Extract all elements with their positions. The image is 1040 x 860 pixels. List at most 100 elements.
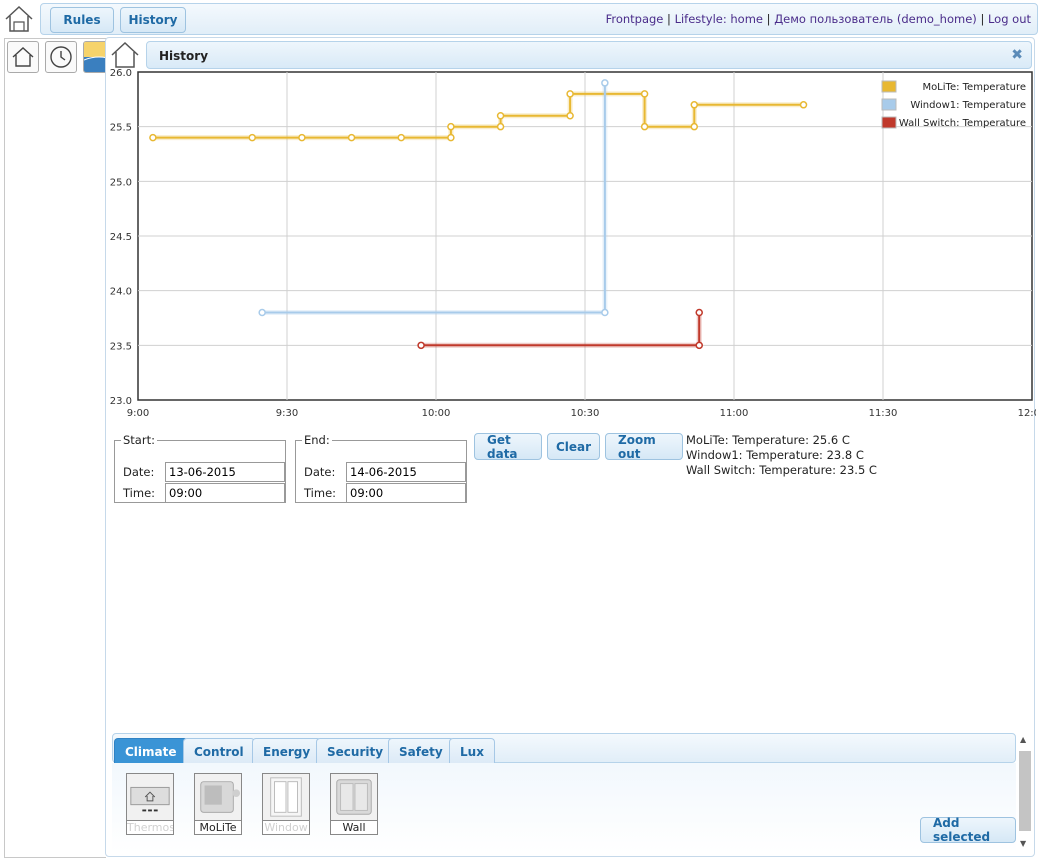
close-icon[interactable]: ✖ [1011, 47, 1023, 63]
data-point [298, 133, 306, 142]
thermostat-icon [126, 773, 174, 821]
device-thermostat[interactable]: Thermost [126, 773, 174, 835]
x-tick-label: 12:00 [1018, 408, 1036, 419]
home-logo-icon[interactable] [4, 4, 34, 34]
x-tick-label: 9:00 [127, 408, 149, 419]
data-point [695, 341, 703, 350]
legend-label: MoLiTe: Temperature [922, 82, 1026, 93]
history-tool-button[interactable] [45, 41, 77, 73]
data-point [149, 133, 157, 142]
lifestyle-link[interactable]: Lifestyle: home [675, 12, 763, 26]
end-time-row: Time: [304, 483, 466, 503]
current-values-readout: MoLiTe: Temperature: 25.6 C Window1: Tem… [686, 433, 877, 478]
tab-energy[interactable]: Energy [252, 738, 322, 765]
legend-label: Window1: Temperature [910, 100, 1026, 111]
clear-button[interactable]: Clear [547, 433, 600, 460]
data-point [640, 122, 649, 131]
data-point [695, 308, 703, 317]
user-links: Frontpage | Lifestyle: home | Демо польз… [606, 12, 1031, 26]
device-label: MoLiTe [194, 820, 242, 835]
get-data-button[interactable]: Get data [474, 433, 542, 461]
window-icon [262, 773, 310, 821]
top-navigation-bar: Rules History Frontpage | Lifestyle: hom… [40, 3, 1038, 35]
frontpage-link[interactable]: Frontpage [606, 12, 664, 26]
start-date-label: Date: [123, 465, 155, 479]
data-point [566, 111, 574, 120]
left-toolbar-panel [4, 38, 115, 858]
wall-switch-icon [330, 773, 378, 821]
legend-swatch [881, 98, 897, 111]
start-time-input[interactable] [165, 483, 285, 503]
zoom-out-button[interactable]: Zoom out [605, 433, 683, 461]
y-tick-label: 24.5 [110, 232, 132, 243]
chart-svg[interactable]: 23.0 23.5 24.0 24.5 25.0 25.5 26.0 9:00 9:30 10:0… [106, 66, 1036, 426]
data-point [566, 90, 574, 98]
device-list-scrollbar[interactable]: ▲ ▼ [1018, 733, 1032, 853]
x-tick-label: 11:30 [869, 408, 898, 419]
motion-sensor-icon [194, 773, 242, 821]
device-label: Thermost [126, 820, 174, 835]
house-icon [12, 47, 34, 67]
data-point [640, 90, 649, 98]
tab-security[interactable]: Security [316, 738, 395, 765]
data-point [417, 341, 425, 350]
device-wall-switch[interactable]: Wall [330, 773, 378, 835]
y-tick-label: 25.0 [110, 177, 132, 188]
end-date-label: Date: [304, 465, 336, 479]
device-list: Thermost MoLiTe Window [112, 763, 1016, 853]
clock-icon [50, 46, 72, 68]
device-label: Window [262, 820, 310, 835]
link-separator: | [766, 12, 771, 26]
rules-button[interactable]: Rules [50, 7, 114, 33]
tab-climate[interactable]: Climate [114, 738, 188, 765]
legend-swatch [881, 116, 897, 129]
legend-swatch [881, 80, 897, 93]
history-dialog: History ✖ 23.0 23.5 24.0 24.5 25.0 25.5 26.0 9:… [105, 37, 1036, 857]
data-point [347, 133, 356, 142]
data-point [601, 79, 609, 87]
data-point [601, 308, 609, 317]
data-point [799, 101, 808, 109]
x-tick-label: 9:30 [276, 408, 298, 419]
data-point [496, 111, 505, 120]
data-point [248, 133, 256, 142]
scroll-down-icon[interactable]: ▼ [1020, 839, 1026, 848]
device-molite[interactable]: MoLiTe [194, 773, 242, 835]
device-label: Wall [330, 820, 378, 835]
scrollbar-thumb[interactable] [1019, 751, 1031, 831]
end-time-input[interactable] [346, 483, 466, 503]
legend-label: Wall Switch: Temperature [899, 118, 1026, 129]
start-date-input[interactable] [165, 462, 285, 482]
tab-safety[interactable]: Safety [388, 738, 454, 765]
link-separator: | [667, 12, 671, 26]
tab-control[interactable]: Control [183, 738, 255, 765]
dialog-title-bar: History ✖ [146, 41, 1032, 69]
data-point [397, 133, 405, 142]
tab-lux[interactable]: Lux [449, 738, 495, 765]
history-button[interactable]: History [120, 7, 186, 33]
data-point [690, 122, 699, 131]
y-tick-label: 24.0 [110, 287, 132, 298]
data-point [258, 308, 266, 317]
add-selected-button[interactable]: Add selected [920, 816, 1016, 844]
end-date-row: Date: [304, 462, 466, 482]
start-date-row: Date: [123, 462, 285, 482]
home-tool-button[interactable] [7, 41, 39, 73]
y-tick-label: 23.5 [110, 341, 132, 352]
device-window[interactable]: Window [262, 773, 310, 835]
logout-link[interactable]: Log out [988, 12, 1031, 26]
data-point [496, 122, 505, 131]
y-tick-label: 26.0 [110, 68, 132, 79]
start-legend: Start: [123, 433, 155, 447]
dialog-title: History [159, 49, 209, 63]
end-date-input[interactable] [346, 462, 466, 482]
user-profile-link[interactable]: Демо пользователь (demo_home) [774, 12, 977, 26]
device-selector: Climate Control Energy Security Safety L… [112, 733, 1016, 853]
history-chart[interactable]: 23.0 23.5 24.0 24.5 25.0 25.5 26.0 9:00 9:30 10:0… [106, 66, 1036, 426]
scroll-up-icon[interactable]: ▲ [1020, 735, 1026, 744]
readout-line: Window1: Temperature: 23.8 C [686, 448, 864, 462]
x-tick-label: 10:00 [422, 408, 451, 419]
link-separator: | [980, 12, 985, 26]
readout-line: Wall Switch: Temperature: 23.5 C [686, 463, 877, 477]
device-category-tabs: Climate Control Energy Security Safety L… [112, 733, 1016, 765]
